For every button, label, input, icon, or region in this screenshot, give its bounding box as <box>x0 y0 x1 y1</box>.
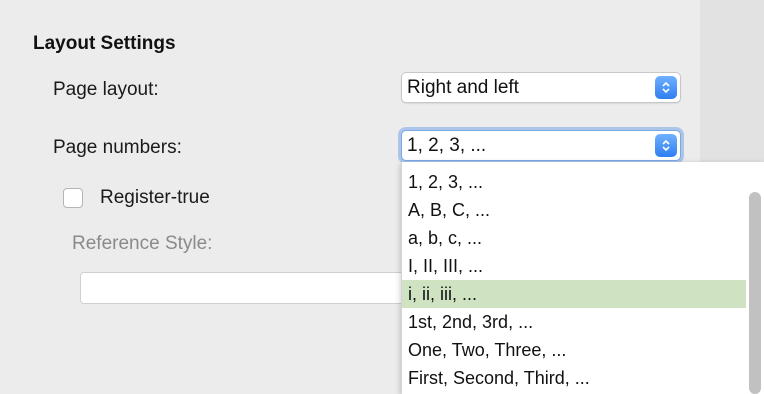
dropdown-option[interactable]: One, Two, Three, ... <box>402 336 746 364</box>
page-layout-value: Right and left <box>407 77 519 98</box>
reference-style-field[interactable] <box>80 272 410 304</box>
dropdown-option[interactable]: 1, 2, 3, ... <box>402 168 746 196</box>
dropdown-option[interactable]: I, II, III, ... <box>402 252 746 280</box>
register-true-checkbox[interactable] <box>63 188 83 208</box>
dropdown-option[interactable]: 1st, 2nd, 3rd, ... <box>402 308 746 336</box>
dropdown-option[interactable]: First, Second, Third, ... <box>402 364 746 392</box>
register-true-label: Register-true <box>100 187 210 208</box>
dropdown-option[interactable]: a, b, c, ... <box>402 224 746 252</box>
page-layout-select[interactable]: Right and left <box>401 72 681 103</box>
page-numbers-label: Page numbers: <box>53 137 182 158</box>
dropdown-option-highlighted[interactable]: i, ii, iii, ... <box>402 280 746 308</box>
chevron-updown-icon <box>655 76 677 99</box>
section-title: Layout Settings <box>33 33 176 54</box>
page-layout-label: Page layout: <box>53 79 159 100</box>
dropdown-option[interactable]: A, B, C, ... <box>402 196 746 224</box>
page-numbers-select[interactable]: 1, 2, 3, ... <box>401 130 681 161</box>
page-numbers-value: 1, 2, 3, ... <box>407 135 487 156</box>
reference-style-label: Reference Style: <box>72 233 213 254</box>
chevron-updown-icon <box>655 134 677 157</box>
page-numbers-dropdown-list[interactable]: 1, 2, 3, ... A, B, C, ... a, b, c, ... I… <box>401 162 764 394</box>
dropdown-scrollbar[interactable] <box>749 192 761 394</box>
